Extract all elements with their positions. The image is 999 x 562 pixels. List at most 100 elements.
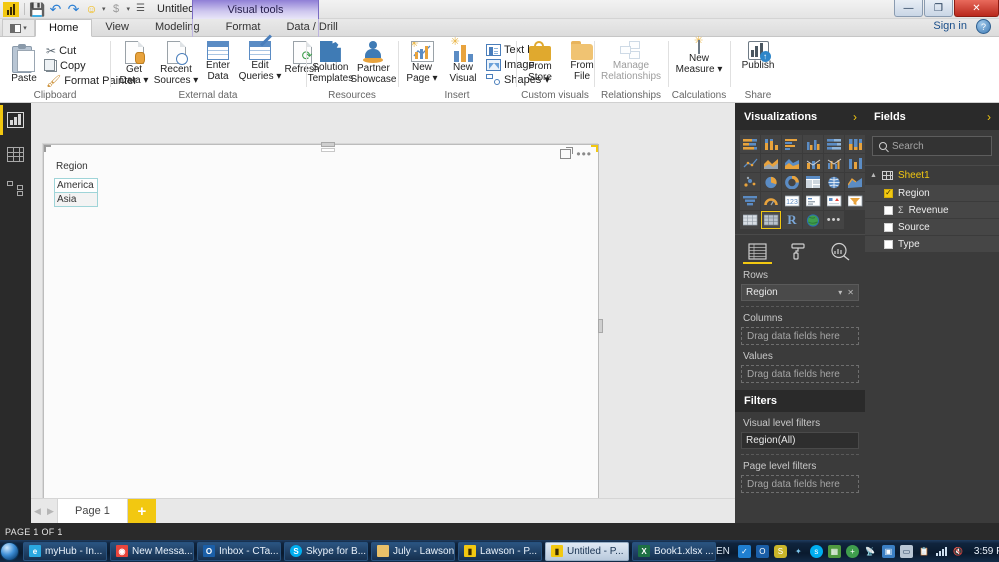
page-nav-prev-icon[interactable]: ◀ [31, 506, 44, 517]
display-icon[interactable]: ▣ [881, 544, 895, 558]
add-page-button[interactable]: + [127, 498, 156, 524]
skype-tray-icon[interactable]: s [809, 544, 823, 558]
viz-stacked-column-chart[interactable] [761, 135, 781, 153]
taskbar-item-lawson-pbi[interactable]: ▮ Lawson - P... [458, 541, 542, 561]
checkbox-icon[interactable] [884, 188, 893, 198]
sidebar-item-data-view[interactable] [0, 137, 31, 171]
taskbar-item-myhub[interactable]: e myHub - In... [23, 541, 107, 561]
save-icon[interactable]: 💾 [29, 2, 45, 17]
taskbar-item-new-message[interactable]: ◉ New Messa... [110, 541, 194, 561]
checkbox-icon[interactable] [884, 239, 893, 249]
slicer-visual[interactable]: ••• Region America Asia [43, 142, 603, 503]
help-icon[interactable]: ? [976, 19, 991, 34]
sidebar-item-report-view[interactable] [0, 103, 31, 137]
viz-pie-chart[interactable] [761, 173, 781, 191]
undo-icon[interactable]: ↶ [48, 2, 63, 17]
clipboard-icon[interactable]: 📋 [918, 545, 931, 558]
field-item-revenue[interactable]: Σ Revenue [865, 202, 999, 218]
taskbar-item-untitled-pbi[interactable]: ▮ Untitled - P... [545, 541, 629, 561]
resize-handle-top[interactable] [321, 142, 335, 147]
slicer-item[interactable]: America [54, 178, 98, 192]
viz-line-clustered-column-chart[interactable] [824, 154, 844, 172]
viz-100-stacked-bar-chart[interactable] [824, 135, 844, 153]
chevron-right-icon[interactable]: › [987, 110, 991, 124]
tab-view[interactable]: View [92, 18, 142, 36]
redo-icon[interactable]: ↷ [66, 2, 81, 17]
slicer-item-list[interactable]: America Asia [54, 178, 98, 207]
resize-handle-top-inner[interactable] [321, 148, 335, 152]
viz-line-stacked-column-chart[interactable] [803, 154, 823, 172]
viz-stacked-area-chart[interactable] [782, 154, 802, 172]
publish-button[interactable]: ↑ Publish [737, 40, 780, 72]
file-menu-button[interactable]: ▾ [2, 19, 35, 36]
taskbar-item-book1-xlsx[interactable]: X Book1.xlsx ... [632, 541, 716, 561]
tab-data-drill[interactable]: Data / Drill [273, 18, 350, 36]
viz-multi-row-card[interactable] [803, 192, 823, 210]
manage-relationships-button[interactable]: Manage Relationships [598, 40, 664, 83]
outlook-tray-icon[interactable]: O [755, 544, 769, 558]
viz-treemap[interactable] [803, 173, 823, 191]
taskbar-item-july-lawson[interactable]: July - Lawson [371, 541, 455, 561]
viz-card[interactable]: 123 [782, 192, 802, 210]
taskbar-clock[interactable]: 3:59 PM [974, 546, 999, 557]
viz-arcgis-maps[interactable] [803, 211, 823, 229]
recent-sources-button[interactable]: Recent Sources ▾ [154, 40, 198, 87]
well-dropzone-columns[interactable]: Drag data fields here [741, 327, 859, 345]
taskbar-item-skype[interactable]: S Skype for B... [284, 541, 368, 561]
tab-home[interactable]: Home [35, 19, 93, 37]
dollar-dropdown-icon[interactable]: ▾ [127, 5, 131, 13]
well-chip-rows-region[interactable]: Region ▾ ✕ [741, 284, 859, 301]
get-data-button[interactable]: Get Data ▾ [114, 40, 154, 87]
filter-chip-region-all[interactable]: Region(All) [741, 432, 859, 449]
focus-mode-icon[interactable] [560, 147, 574, 159]
network-signal-icon[interactable] [935, 546, 947, 556]
viz-funnel[interactable] [740, 192, 760, 210]
viz-stacked-bar-chart[interactable] [740, 135, 760, 153]
report-canvas-area[interactable]: ••• Region America Asia [31, 103, 735, 523]
check-shield-icon[interactable]: ✓ [737, 544, 751, 558]
viz-area-chart[interactable] [761, 154, 781, 172]
viz-map[interactable] [824, 173, 844, 191]
customize-qat-icon[interactable]: ☰ [133, 2, 148, 17]
tab-format[interactable] [778, 239, 819, 264]
chevron-down-icon[interactable]: ▾ [838, 288, 842, 297]
viz-matrix[interactable] [761, 211, 781, 229]
smiley-feedback-icon[interactable]: ☺ [84, 2, 99, 17]
more-options-icon[interactable]: ••• [576, 148, 592, 160]
start-button[interactable] [0, 540, 19, 562]
edit-queries-button[interactable]: Edit Queries ▾ [239, 34, 281, 83]
filter-dropzone-page-level[interactable]: Drag data fields here [741, 475, 859, 493]
sign-in-link[interactable]: Sign in [933, 20, 967, 32]
volume-muted-icon[interactable]: 🔇 [952, 545, 965, 558]
security-icon[interactable]: S [773, 544, 787, 558]
expand-collapse-icon[interactable]: ▲ [870, 172, 877, 179]
viz-100-stacked-column-chart[interactable] [845, 135, 865, 153]
viz-slicer[interactable] [845, 192, 865, 210]
dollar-icon[interactable]: $ [109, 2, 124, 17]
slicer-item[interactable]: Asia [54, 192, 98, 207]
viz-ribbon-chart[interactable] [845, 154, 865, 172]
viz-filled-map[interactable] [845, 173, 865, 191]
field-item-source[interactable]: Source [865, 219, 999, 235]
viz-gauge[interactable] [761, 192, 781, 210]
chevron-right-icon[interactable]: › [853, 110, 857, 124]
viz-table[interactable] [740, 211, 760, 229]
viz-kpi[interactable] [824, 192, 844, 210]
monitor-icon[interactable]: ▭ [899, 544, 913, 558]
bluetooth-icon[interactable]: ✦ [792, 545, 805, 558]
resize-handle-right[interactable] [598, 319, 603, 333]
report-page[interactable]: ••• Region America Asia [42, 142, 603, 503]
checkbox-icon[interactable] [884, 222, 893, 232]
smiley-dropdown-icon[interactable]: ▾ [102, 5, 106, 13]
field-item-type[interactable]: Type [865, 236, 999, 252]
minimize-button[interactable]: — [894, 0, 923, 17]
page-nav-next-icon[interactable]: ▶ [44, 506, 57, 517]
sidebar-item-relationships-view[interactable] [0, 171, 31, 205]
viz-clustered-bar-chart[interactable] [782, 135, 802, 153]
well-dropzone-values[interactable]: Drag data fields here [741, 365, 859, 383]
new-visual-button[interactable]: ✳ New Visual [443, 37, 483, 85]
tab-modeling[interactable]: Modeling [142, 18, 213, 36]
remove-field-icon[interactable]: ✕ [847, 288, 854, 297]
shield-green-icon[interactable]: + [845, 544, 859, 558]
viz-r-script-visual[interactable]: R [782, 211, 802, 229]
